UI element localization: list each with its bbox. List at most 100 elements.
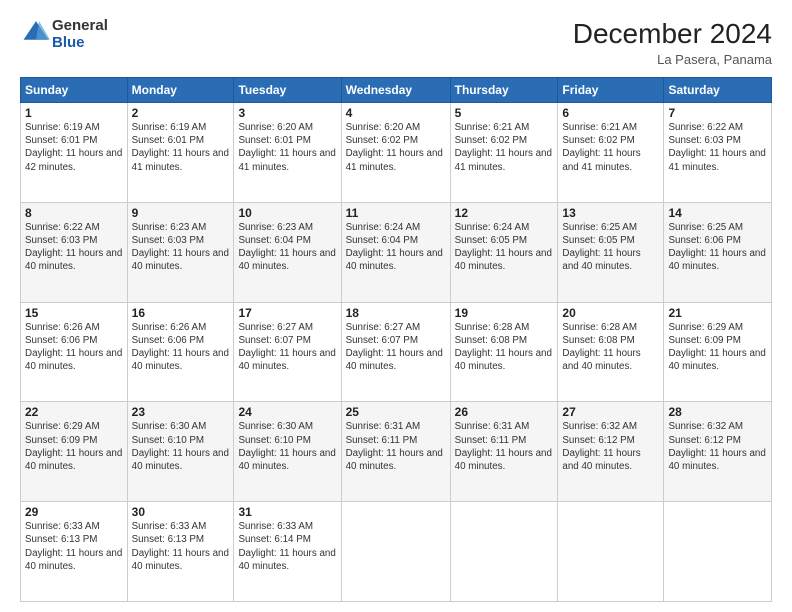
day-info: Sunrise: 6:21 AM Sunset: 6:02 PM Dayligh…	[562, 121, 659, 174]
day-info: Sunrise: 6:25 AM Sunset: 6:06 PM Dayligh…	[668, 221, 767, 274]
day-info: Sunrise: 6:22 AM Sunset: 6:03 PM Dayligh…	[668, 121, 767, 174]
day-number: 20	[562, 306, 659, 320]
page: General Blue December 2024 La Pasera, Pa…	[0, 0, 792, 612]
day-info: Sunrise: 6:20 AM Sunset: 6:01 PM Dayligh…	[238, 121, 336, 174]
day-number: 22	[25, 405, 123, 419]
table-row: 31 Sunrise: 6:33 AM Sunset: 6:14 PM Dayl…	[234, 502, 341, 602]
table-row: 5 Sunrise: 6:21 AM Sunset: 6:02 PM Dayli…	[450, 103, 558, 203]
day-info: Sunrise: 6:22 AM Sunset: 6:03 PM Dayligh…	[25, 221, 123, 274]
day-number: 15	[25, 306, 123, 320]
day-number: 16	[132, 306, 230, 320]
table-row: 13 Sunrise: 6:25 AM Sunset: 6:05 PM Dayl…	[558, 202, 664, 302]
day-info: Sunrise: 6:31 AM Sunset: 6:11 PM Dayligh…	[346, 420, 446, 473]
day-info: Sunrise: 6:25 AM Sunset: 6:05 PM Dayligh…	[562, 221, 659, 274]
table-row: 9 Sunrise: 6:23 AM Sunset: 6:03 PM Dayli…	[127, 202, 234, 302]
day-info: Sunrise: 6:29 AM Sunset: 6:09 PM Dayligh…	[668, 321, 767, 374]
day-number: 25	[346, 405, 446, 419]
table-row: 6 Sunrise: 6:21 AM Sunset: 6:02 PM Dayli…	[558, 103, 664, 203]
location: La Pasera, Panama	[573, 52, 772, 67]
day-info: Sunrise: 6:30 AM Sunset: 6:10 PM Dayligh…	[132, 420, 230, 473]
table-row: 11 Sunrise: 6:24 AM Sunset: 6:04 PM Dayl…	[341, 202, 450, 302]
table-row: 15 Sunrise: 6:26 AM Sunset: 6:06 PM Dayl…	[21, 302, 128, 402]
logo-icon	[22, 18, 50, 46]
day-info: Sunrise: 6:30 AM Sunset: 6:10 PM Dayligh…	[238, 420, 336, 473]
col-monday: Monday	[127, 78, 234, 103]
header-row: Sunday Monday Tuesday Wednesday Thursday…	[21, 78, 772, 103]
month-title: December 2024	[573, 18, 772, 50]
table-row: 30 Sunrise: 6:33 AM Sunset: 6:13 PM Dayl…	[127, 502, 234, 602]
table-row: 10 Sunrise: 6:23 AM Sunset: 6:04 PM Dayl…	[234, 202, 341, 302]
table-row: 17 Sunrise: 6:27 AM Sunset: 6:07 PM Dayl…	[234, 302, 341, 402]
day-number: 8	[25, 206, 123, 220]
day-number: 13	[562, 206, 659, 220]
table-row: 26 Sunrise: 6:31 AM Sunset: 6:11 PM Dayl…	[450, 402, 558, 502]
day-info: Sunrise: 6:33 AM Sunset: 6:14 PM Dayligh…	[238, 520, 336, 573]
day-info: Sunrise: 6:24 AM Sunset: 6:05 PM Dayligh…	[455, 221, 554, 274]
col-wednesday: Wednesday	[341, 78, 450, 103]
day-number: 12	[455, 206, 554, 220]
day-number: 24	[238, 405, 336, 419]
table-row: 24 Sunrise: 6:30 AM Sunset: 6:10 PM Dayl…	[234, 402, 341, 502]
day-number: 19	[455, 306, 554, 320]
day-number: 9	[132, 206, 230, 220]
day-info: Sunrise: 6:26 AM Sunset: 6:06 PM Dayligh…	[25, 321, 123, 374]
table-row: 1 Sunrise: 6:19 AM Sunset: 6:01 PM Dayli…	[21, 103, 128, 203]
table-row: 29 Sunrise: 6:33 AM Sunset: 6:13 PM Dayl…	[21, 502, 128, 602]
logo-text: General Blue	[52, 18, 108, 51]
day-number: 27	[562, 405, 659, 419]
table-row	[341, 502, 450, 602]
day-info: Sunrise: 6:32 AM Sunset: 6:12 PM Dayligh…	[668, 420, 767, 473]
day-number: 1	[25, 106, 123, 120]
day-number: 23	[132, 405, 230, 419]
table-row: 18 Sunrise: 6:27 AM Sunset: 6:07 PM Dayl…	[341, 302, 450, 402]
day-info: Sunrise: 6:26 AM Sunset: 6:06 PM Dayligh…	[132, 321, 230, 374]
table-row: 23 Sunrise: 6:30 AM Sunset: 6:10 PM Dayl…	[127, 402, 234, 502]
day-number: 29	[25, 505, 123, 519]
day-number: 18	[346, 306, 446, 320]
day-info: Sunrise: 6:21 AM Sunset: 6:02 PM Dayligh…	[455, 121, 554, 174]
day-info: Sunrise: 6:27 AM Sunset: 6:07 PM Dayligh…	[346, 321, 446, 374]
day-info: Sunrise: 6:24 AM Sunset: 6:04 PM Dayligh…	[346, 221, 446, 274]
day-number: 5	[455, 106, 554, 120]
col-friday: Friday	[558, 78, 664, 103]
table-row: 7 Sunrise: 6:22 AM Sunset: 6:03 PM Dayli…	[664, 103, 772, 203]
table-row: 19 Sunrise: 6:28 AM Sunset: 6:08 PM Dayl…	[450, 302, 558, 402]
day-info: Sunrise: 6:27 AM Sunset: 6:07 PM Dayligh…	[238, 321, 336, 374]
calendar-header: Sunday Monday Tuesday Wednesday Thursday…	[21, 78, 772, 103]
calendar-body: 1 Sunrise: 6:19 AM Sunset: 6:01 PM Dayli…	[21, 103, 772, 602]
day-info: Sunrise: 6:28 AM Sunset: 6:08 PM Dayligh…	[455, 321, 554, 374]
day-number: 30	[132, 505, 230, 519]
day-number: 14	[668, 206, 767, 220]
table-row	[450, 502, 558, 602]
col-thursday: Thursday	[450, 78, 558, 103]
day-number: 31	[238, 505, 336, 519]
day-info: Sunrise: 6:19 AM Sunset: 6:01 PM Dayligh…	[132, 121, 230, 174]
day-info: Sunrise: 6:33 AM Sunset: 6:13 PM Dayligh…	[25, 520, 123, 573]
table-row: 3 Sunrise: 6:20 AM Sunset: 6:01 PM Dayli…	[234, 103, 341, 203]
header: General Blue December 2024 La Pasera, Pa…	[20, 18, 772, 67]
table-row	[558, 502, 664, 602]
table-row: 4 Sunrise: 6:20 AM Sunset: 6:02 PM Dayli…	[341, 103, 450, 203]
table-row: 2 Sunrise: 6:19 AM Sunset: 6:01 PM Dayli…	[127, 103, 234, 203]
day-number: 28	[668, 405, 767, 419]
table-row: 12 Sunrise: 6:24 AM Sunset: 6:05 PM Dayl…	[450, 202, 558, 302]
day-number: 11	[346, 206, 446, 220]
logo-general: General	[52, 17, 108, 34]
col-sunday: Sunday	[21, 78, 128, 103]
day-info: Sunrise: 6:32 AM Sunset: 6:12 PM Dayligh…	[562, 420, 659, 473]
day-number: 6	[562, 106, 659, 120]
table-row	[664, 502, 772, 602]
logo: General Blue	[20, 18, 108, 51]
table-row: 25 Sunrise: 6:31 AM Sunset: 6:11 PM Dayl…	[341, 402, 450, 502]
table-row: 20 Sunrise: 6:28 AM Sunset: 6:08 PM Dayl…	[558, 302, 664, 402]
table-row: 22 Sunrise: 6:29 AM Sunset: 6:09 PM Dayl…	[21, 402, 128, 502]
day-info: Sunrise: 6:28 AM Sunset: 6:08 PM Dayligh…	[562, 321, 659, 374]
table-row: 27 Sunrise: 6:32 AM Sunset: 6:12 PM Dayl…	[558, 402, 664, 502]
title-block: December 2024 La Pasera, Panama	[573, 18, 772, 67]
day-info: Sunrise: 6:19 AM Sunset: 6:01 PM Dayligh…	[25, 121, 123, 174]
day-number: 7	[668, 106, 767, 120]
day-number: 21	[668, 306, 767, 320]
col-tuesday: Tuesday	[234, 78, 341, 103]
day-number: 4	[346, 106, 446, 120]
table-row: 28 Sunrise: 6:32 AM Sunset: 6:12 PM Dayl…	[664, 402, 772, 502]
